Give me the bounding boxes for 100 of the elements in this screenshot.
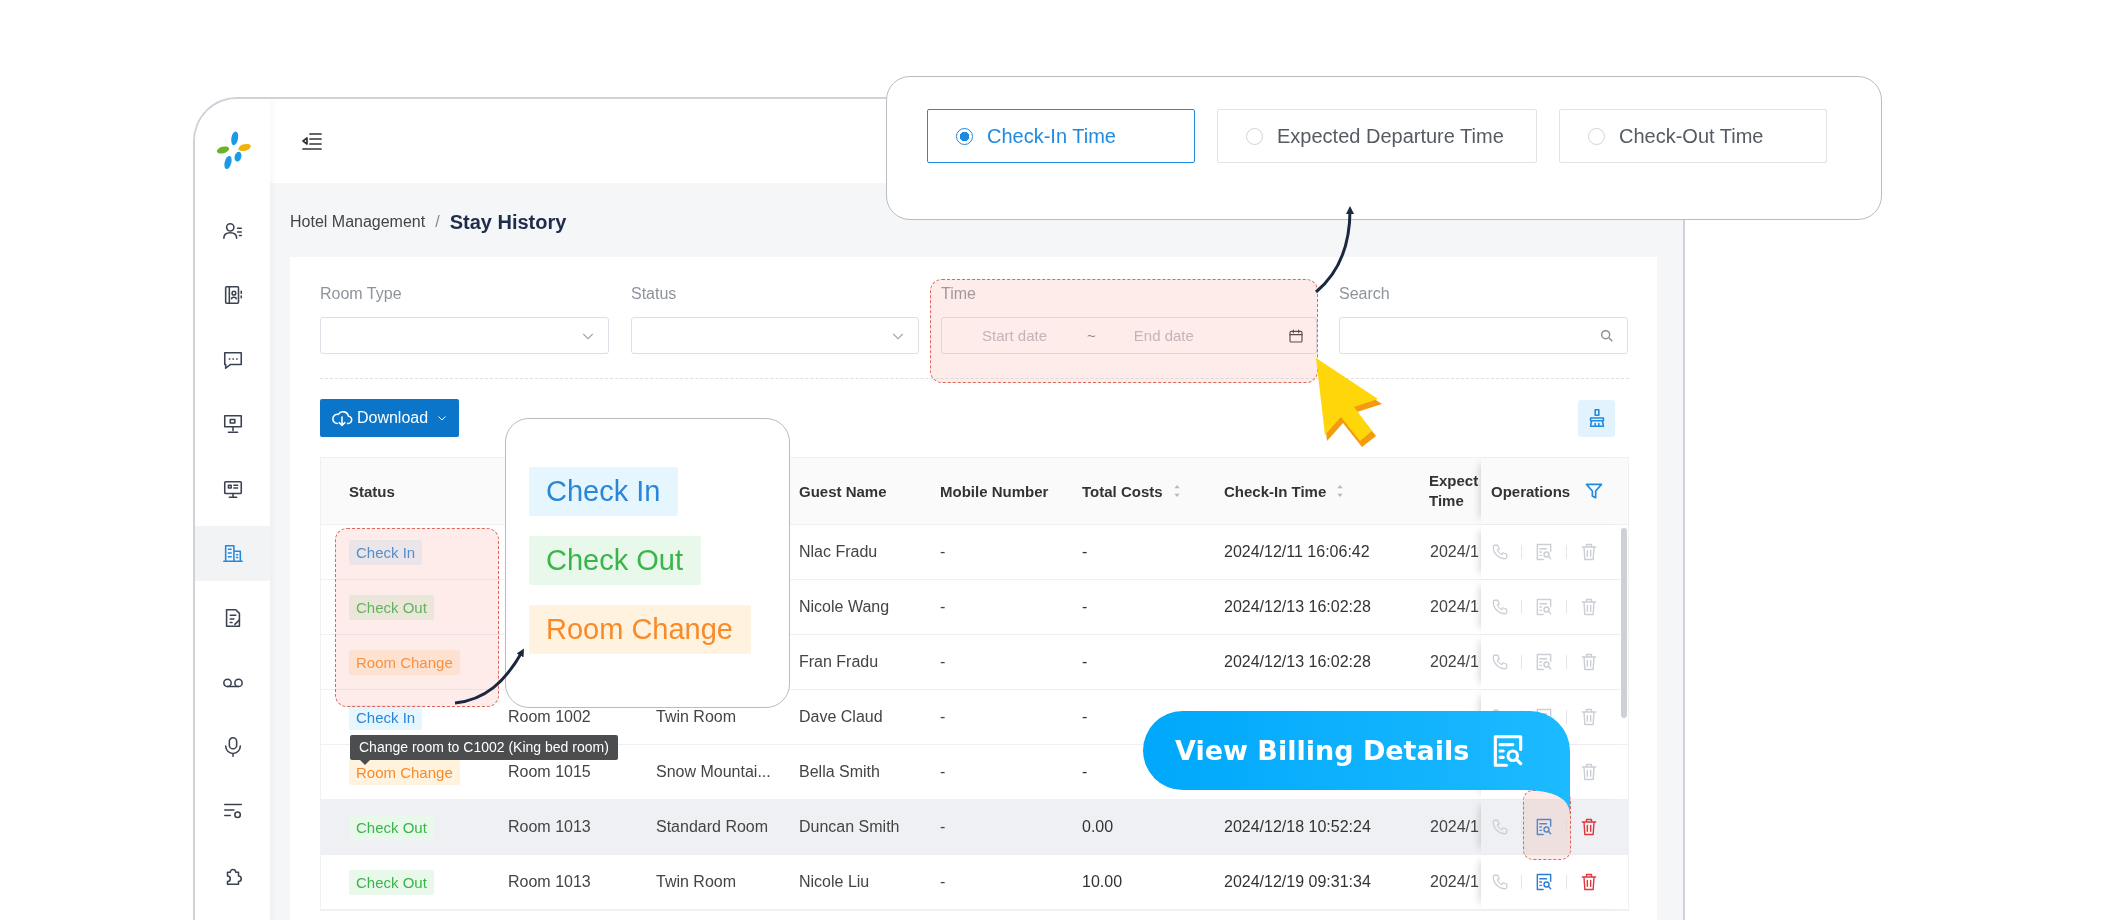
status-tag: Check In: [349, 539, 423, 565]
trash-icon: [1579, 652, 1599, 672]
column-header: Mobile Number: [940, 482, 1049, 500]
status-tag: Check In: [529, 467, 679, 516]
table-cell: Nicole Wang: [799, 598, 890, 616]
table-cell: 2024/12/18 10:52:24: [1224, 818, 1371, 836]
table-row[interactable]: Check Out Room 1013 Standard Room Duncan Smith - 0.00 2024/12/18 10:52:24 2024/1: [321, 800, 1628, 855]
trash-icon: [1579, 762, 1599, 782]
radio-option[interactable]: Check-In Time: [927, 109, 1195, 163]
table-cell: Room 1002: [508, 708, 591, 726]
receipt-search-icon: [1534, 872, 1554, 892]
search-icon: [1599, 327, 1615, 344]
status-tag: Check Out: [349, 869, 434, 895]
table-cell: Twin Room: [656, 708, 737, 726]
delete-button[interactable]: [1579, 817, 1599, 837]
status-tag: Check Out: [349, 814, 434, 840]
table-cell: Bella Smith: [799, 763, 880, 781]
trash-icon: [1579, 872, 1599, 892]
phone-icon: [1491, 653, 1509, 671]
table-cell: -: [1082, 543, 1088, 561]
scrollbar[interactable]: [1621, 528, 1627, 718]
phone-icon: [1491, 598, 1509, 616]
call-button[interactable]: [1491, 598, 1509, 616]
table-cell: -: [1082, 598, 1088, 616]
range-separator: ~: [1087, 327, 1096, 344]
filter-icon[interactable]: [1584, 481, 1604, 501]
radio-option[interactable]: Expected Departure Time: [1217, 109, 1537, 163]
status-tag: Check In: [349, 704, 423, 730]
trash-icon: [1579, 707, 1599, 727]
breadcrumb-link[interactable]: Hotel Management: [290, 213, 426, 231]
tooltip-pointer-icon: [360, 760, 370, 765]
table-cell: 2024/12/13 16:02:28: [1224, 598, 1371, 616]
table-cell: -: [1082, 708, 1088, 726]
table-cell: Room 1015: [508, 763, 591, 781]
trash-icon: [1579, 597, 1599, 617]
curved-arrow: [454, 648, 525, 705]
radio-option[interactable]: Check-Out Time: [1559, 109, 1827, 163]
pointer-cursor-icon: [1316, 358, 1382, 447]
table-cell: -: [940, 653, 946, 671]
call-button[interactable]: [1491, 873, 1509, 891]
search-field[interactable]: [1339, 317, 1628, 354]
status-tag: Check Out: [529, 536, 701, 585]
table-cell: Fran Fradu: [799, 653, 879, 671]
start-date-placeholder: Start date: [982, 327, 1048, 344]
table-cell: 2024/1: [1430, 653, 1479, 671]
call-button[interactable]: [1491, 653, 1509, 671]
receipt-search-icon: [1534, 597, 1554, 617]
filter-label: Room Type: [320, 285, 403, 304]
table-cell: Room 1013: [508, 873, 591, 891]
breadcrumb-separator: /: [435, 213, 440, 231]
table-cell: 2024/12/13 16:02:28: [1224, 653, 1371, 671]
table-cell: 2024/1: [1430, 543, 1479, 561]
column-header: Operations: [1491, 482, 1571, 500]
table-cell: -: [940, 708, 946, 726]
table-cell: 2024/1: [1430, 873, 1479, 891]
presentation-icon: [221, 413, 244, 435]
table-cell: 10.00: [1082, 873, 1123, 891]
billing-details-button[interactable]: [1534, 872, 1554, 892]
phone-icon: [1491, 543, 1509, 561]
column-header: Check-In Time: [1224, 482, 1327, 500]
table-cell: Dave Claud: [799, 708, 883, 726]
table-cell: Room 1013: [508, 818, 591, 836]
column-header: Expect Time: [1429, 470, 1479, 511]
table-cell: 2024/12/19 09:31:34: [1224, 873, 1371, 891]
clean-button[interactable]: [1578, 399, 1615, 437]
trash-icon: [1579, 817, 1599, 837]
table-row[interactable]: Check Out Room 1013 Twin Room Nicole Liu - 10.00 2024/12/19 09:31:34 2024/1: [321, 855, 1628, 910]
status-tag: Room Change: [349, 649, 460, 675]
receipt-search-icon: [1534, 542, 1554, 562]
receipt-search-icon: [1534, 817, 1554, 837]
table-cell: Snow Mountai...: [656, 763, 771, 781]
table-cell: -: [940, 763, 946, 781]
table-cell: Nicole Liu: [799, 873, 870, 891]
table-cell: 2024/1: [1430, 598, 1479, 616]
page-title: Stay History: [449, 210, 567, 234]
table-cell: Standard Room: [656, 818, 769, 836]
column-header: Total Costs: [1082, 482, 1163, 500]
table-cell: -: [940, 543, 946, 561]
column-header: Status: [349, 482, 395, 500]
table-cell: 0.00: [1082, 818, 1114, 836]
billing-details-button[interactable]: [1534, 817, 1554, 837]
select-field[interactable]: [631, 317, 919, 354]
download-button[interactable]: Download: [320, 399, 459, 437]
table-cell: Twin Room: [656, 873, 737, 891]
delete-button[interactable]: [1579, 872, 1599, 892]
phone-icon: [1491, 818, 1509, 836]
calendar-icon: [1288, 327, 1304, 344]
filter-label: Search: [1339, 285, 1391, 304]
filter-label: Status: [631, 285, 678, 304]
highlight-box: [1523, 790, 1571, 860]
status-tag: Check Out: [349, 594, 434, 620]
status-tag: Room Change: [349, 759, 460, 785]
call-button[interactable]: [1491, 543, 1509, 561]
call-button[interactable]: [1491, 818, 1509, 836]
table-cell: Duncan Smith: [799, 818, 900, 836]
building-icon: [221, 542, 244, 564]
table-cell: -: [940, 818, 946, 836]
column-header: Guest Name: [799, 482, 887, 500]
receipt-search-icon: [1534, 652, 1554, 672]
select-field[interactable]: [320, 317, 609, 354]
